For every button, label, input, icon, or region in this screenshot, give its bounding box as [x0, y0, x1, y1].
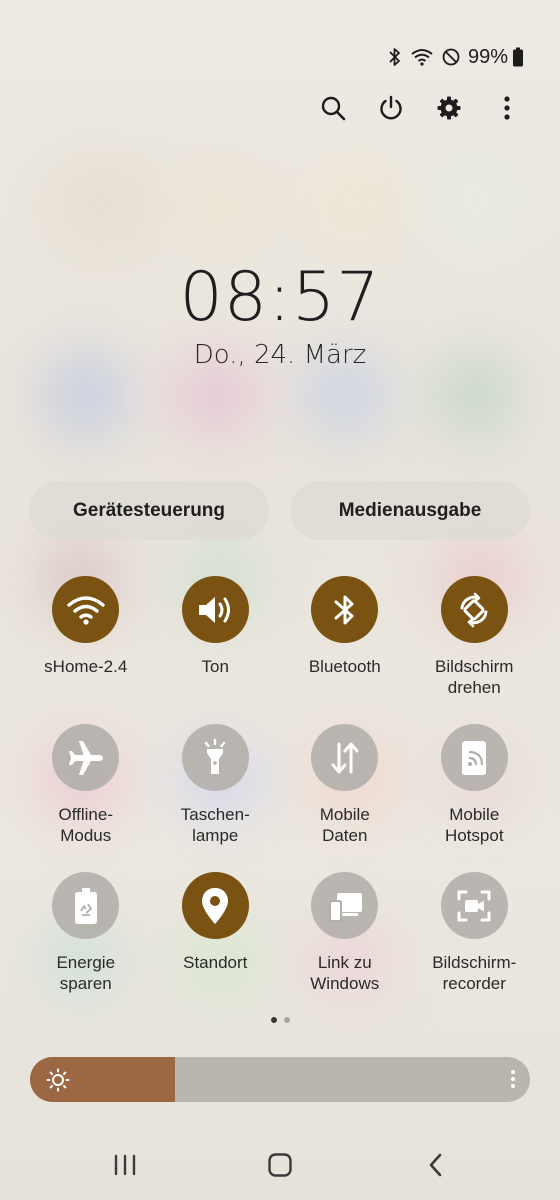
- tile-bluetooth[interactable]: Bluetooth: [280, 576, 410, 724]
- tile-label: Energie sparen: [56, 953, 116, 993]
- home-icon[interactable]: [267, 1152, 293, 1183]
- location-pin-icon: [181, 872, 249, 939]
- recent-apps-icon[interactable]: [112, 1152, 138, 1183]
- navigation-bar: [0, 1140, 560, 1194]
- volume-icon: [181, 576, 249, 643]
- media-output-button[interactable]: Medienausgabe: [290, 481, 530, 540]
- tile-link-to-windows[interactable]: Link zu Windows: [280, 872, 410, 1020]
- page-dot-1[interactable]: [270, 1017, 277, 1023]
- tile-mobile-hotspot[interactable]: Mobile Hotspot: [410, 724, 540, 872]
- mobile-data-icon: [311, 724, 379, 791]
- wifi-icon: [52, 576, 120, 643]
- tile-wifi[interactable]: sHome-2.4: [21, 576, 151, 724]
- tile-label: Standort: [183, 953, 248, 972]
- brightness-slider[interactable]: [30, 1057, 530, 1102]
- battery-indicator: 99%: [468, 46, 524, 69]
- clock-time: 08:57: [179, 258, 381, 337]
- bluetooth-icon: [388, 47, 402, 67]
- tile-label: Mobile Daten: [319, 805, 370, 845]
- airplane-icon: [52, 724, 120, 791]
- auto-rotate-icon: [440, 576, 508, 643]
- tile-label: Link zu Windows: [310, 953, 380, 993]
- tile-label: Mobile Hotspot: [444, 805, 504, 845]
- tile-label: sHome-2.4: [44, 657, 128, 676]
- battery-icon: [512, 47, 524, 67]
- tile-airplane-mode[interactable]: Offline- Modus: [21, 724, 151, 872]
- clock-date: Do., 24. März: [193, 340, 367, 370]
- tile-label: Taschen- lampe: [180, 805, 250, 845]
- tile-sound[interactable]: Ton: [151, 576, 281, 724]
- quick-panel-actions: [320, 88, 520, 128]
- tile-label: Offline- Modus: [58, 805, 114, 845]
- do-not-disturb-icon: [442, 48, 460, 66]
- settings-gear-icon[interactable]: [436, 88, 462, 128]
- link-to-windows-icon: [311, 872, 379, 939]
- tile-label: Bildschirm- recorder: [432, 953, 517, 993]
- page-dot-2[interactable]: [283, 1017, 290, 1023]
- more-vertical-icon[interactable]: [494, 88, 520, 128]
- wifi-icon: [410, 47, 434, 67]
- back-icon[interactable]: [426, 1152, 446, 1183]
- status-bar: 99%: [388, 40, 524, 74]
- tile-power-saving[interactable]: Energie sparen: [21, 872, 151, 1020]
- tile-flashlight[interactable]: Taschen- lampe: [151, 724, 281, 872]
- page-indicator: [0, 1017, 560, 1023]
- bluetooth-icon: [311, 576, 379, 643]
- tile-label: Ton: [201, 657, 229, 676]
- tile-mobile-data[interactable]: Mobile Daten: [280, 724, 410, 872]
- tile-label: Bluetooth: [308, 657, 381, 676]
- battery-percent: 99%: [467, 45, 508, 68]
- hotspot-icon: [440, 724, 508, 791]
- tile-location[interactable]: Standort: [151, 872, 281, 1020]
- brightness-more-icon[interactable]: [510, 1068, 516, 1095]
- screen-recorder-icon: [440, 872, 508, 939]
- search-icon[interactable]: [320, 88, 346, 128]
- flashlight-icon: [181, 724, 249, 791]
- power-icon[interactable]: [378, 88, 404, 128]
- tile-auto-rotate[interactable]: Bildschirm drehen: [410, 576, 540, 724]
- sun-icon: [46, 1068, 70, 1097]
- quick-settings-grid: sHome-2.4 Ton Bluetooth Bildschirm drehe…: [21, 576, 539, 1020]
- tile-label: Bildschirm drehen: [435, 657, 514, 697]
- tile-screen-recorder[interactable]: Bildschirm- recorder: [410, 872, 540, 1020]
- device-control-button[interactable]: Gerätesteuerung: [29, 481, 269, 540]
- power-saving-icon: [52, 872, 120, 939]
